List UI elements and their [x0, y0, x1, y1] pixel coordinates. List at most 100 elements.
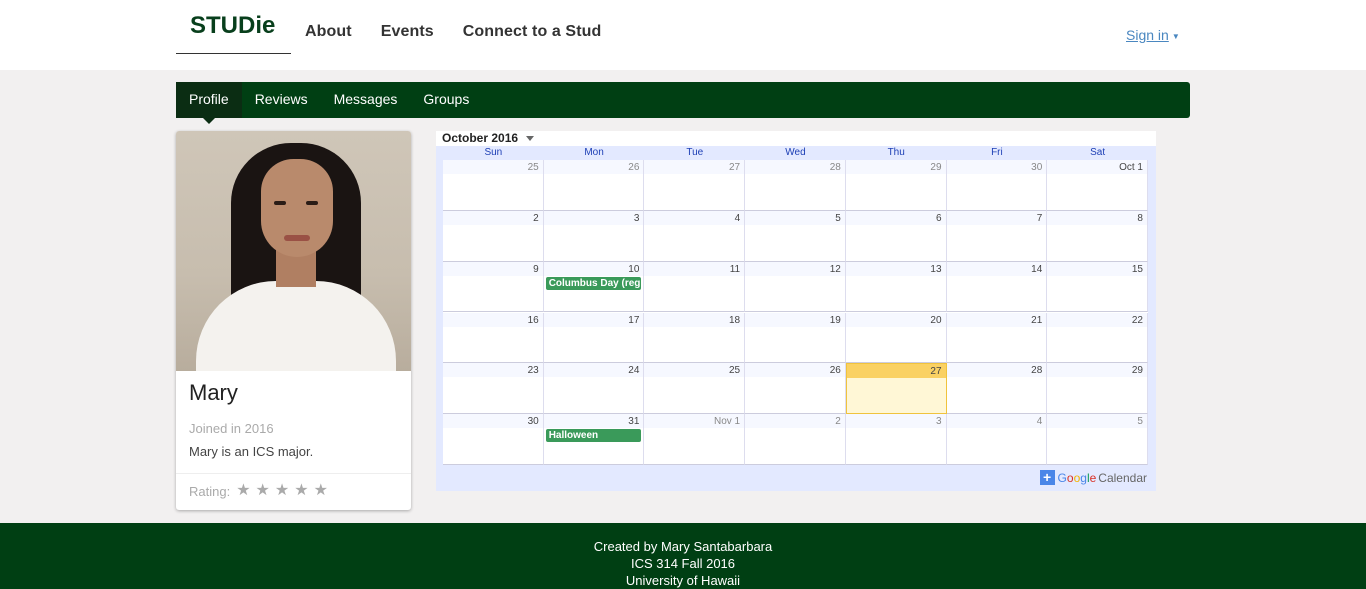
- calendar-event[interactable]: Halloween: [545, 429, 642, 443]
- star-icon[interactable]: ★: [236, 483, 250, 499]
- nav-about[interactable]: About: [305, 23, 352, 41]
- calendar-day-cell[interactable]: 4: [946, 414, 1048, 465]
- day-number: 5: [835, 212, 841, 224]
- nav-events[interactable]: Events: [381, 23, 434, 41]
- profile-joined: Joined in 2016: [189, 421, 274, 436]
- calendar-day-cell[interactable]: 26: [543, 160, 645, 211]
- calendar-day-cell[interactable]: 5: [1047, 414, 1148, 465]
- brand-logo[interactable]: STUDie: [176, 0, 291, 54]
- google-calendar-link[interactable]: + Google Calendar: [1039, 470, 1147, 485]
- calendar-day-cell[interactable]: 25: [443, 160, 544, 211]
- calendar-day-cell[interactable]: 2: [443, 210, 544, 262]
- day-number: 21: [1031, 314, 1043, 326]
- weekday-header: Sat: [1090, 147, 1106, 158]
- calendar-day-cell[interactable]: 8: [1047, 210, 1148, 262]
- day-number: 30: [1031, 162, 1043, 173]
- dropdown-arrow-icon: [526, 136, 535, 142]
- calendar-day-cell[interactable]: 18: [644, 312, 746, 364]
- calendar-day-cell[interactable]: 27: [644, 160, 746, 211]
- tab-reviews[interactable]: Reviews: [242, 82, 321, 118]
- star-icon[interactable]: ★: [294, 483, 308, 499]
- profile-photo: [176, 131, 411, 371]
- signin-dropdown[interactable]: Sign in ▼: [1126, 27, 1180, 43]
- rating-label: Rating:: [189, 483, 231, 499]
- signin-label: Sign in: [1126, 27, 1169, 43]
- day-number: 12: [829, 263, 841, 275]
- weekday-header: Mon: [584, 147, 604, 158]
- calendar-day-cell[interactable]: 3: [845, 414, 947, 465]
- calendar-day-cell[interactable]: 17: [543, 312, 645, 364]
- day-number: Oct 1: [1119, 162, 1143, 173]
- calendar-day-cell[interactable]: 19: [745, 312, 846, 364]
- google-calendar: October 2016 25 26 27 28 29 30 Oct 1 2 3 4 5 6 7 8 9 10…: [436, 131, 1156, 491]
- calendar-day-cell[interactable]: 4: [644, 210, 746, 262]
- calendar-day-cell[interactable]: 5: [745, 210, 846, 262]
- calendar-day-cell[interactable]: 2: [745, 414, 846, 465]
- calendar-day-cell[interactable]: 29: [845, 160, 947, 211]
- top-navbar: STUDie About Events Connect to a Stud Si…: [0, 0, 1366, 70]
- calendar-day-cell[interactable]: 7: [946, 210, 1048, 262]
- main-nav: About Events Connect to a Stud: [305, 23, 601, 41]
- calendar-day-cell[interactable]: 14: [946, 261, 1048, 313]
- day-number: 16: [527, 314, 539, 326]
- weekday-header: Fri: [991, 147, 1003, 158]
- day-number: 8: [1137, 212, 1143, 224]
- calendar-day-cell[interactable]: 16: [443, 312, 544, 364]
- calendar-grid: 25 26 27 28 29 30 Oct 1 2 3 4 5 6 7 8 9 10 Columbus Day …: [443, 160, 1148, 465]
- day-number: 29: [930, 162, 942, 173]
- footer-university: University of Hawaii: [625, 573, 741, 588]
- calendar-day-cell[interactable]: 22: [1047, 312, 1148, 364]
- weekday-header: Tue: [686, 147, 704, 158]
- star-icon[interactable]: ★: [275, 483, 289, 499]
- calendar-day-cell[interactable]: 23: [443, 363, 544, 415]
- day-number: 2: [533, 212, 539, 224]
- calendar-day-cell[interactable]: 3: [543, 210, 645, 262]
- rating: Rating: ★ ★ ★ ★ ★: [189, 483, 328, 499]
- day-number: 7: [1036, 212, 1043, 224]
- calendar-day-cell[interactable]: 20: [845, 312, 947, 364]
- weekday-header: Sun: [484, 147, 503, 158]
- calendar-day-cell[interactable]: Nov 1: [644, 414, 746, 465]
- calendar-day-cell[interactable]: 24: [543, 363, 645, 415]
- day-number: 6: [935, 212, 942, 224]
- calendar-day-cell[interactable]: 21: [946, 312, 1048, 364]
- calendar-day-cell[interactable]: 28: [946, 363, 1048, 415]
- calendar-day-cell[interactable]: 30: [946, 160, 1048, 211]
- day-number: Nov 1: [714, 416, 741, 428]
- calendar-day-cell[interactable]: 25: [644, 363, 746, 415]
- calendar-event[interactable]: Columbus Day (regional holiday): [545, 276, 642, 290]
- day-number: 14: [1031, 263, 1043, 275]
- calendar-day-cell[interactable]: 10Columbus Day (regional holiday): [543, 261, 645, 313]
- day-number: 27: [729, 162, 741, 173]
- calendar-day-cell[interactable]: 12: [745, 261, 846, 313]
- tab-profile[interactable]: Profile: [176, 82, 242, 124]
- nav-connect[interactable]: Connect to a Stud: [463, 23, 602, 41]
- star-icon[interactable]: ★: [314, 483, 328, 499]
- calendar-month-selector[interactable]: October 2016: [442, 131, 535, 145]
- calendar-day-cell[interactable]: 6: [845, 210, 947, 262]
- calendar-day-cell[interactable]: 11: [644, 261, 746, 313]
- tab-messages[interactable]: Messages: [321, 82, 411, 118]
- footer-credit: Created by Mary Santabarbara: [593, 539, 773, 554]
- rating-stars[interactable]: ★ ★ ★ ★ ★: [236, 483, 328, 499]
- caret-down-icon: ▼: [1171, 31, 1180, 41]
- day-number: 22: [1131, 314, 1143, 326]
- day-number: 28: [1031, 365, 1043, 377]
- tab-groups[interactable]: Groups: [410, 82, 482, 118]
- day-number: 3: [935, 416, 942, 428]
- calendar-day-cell[interactable]: 15: [1047, 261, 1148, 313]
- star-icon[interactable]: ★: [256, 483, 270, 499]
- calendar-day-cell[interactable]: 13: [845, 261, 947, 313]
- day-number: 2: [835, 416, 841, 428]
- day-number: 31: [628, 416, 640, 428]
- calendar-day-cell[interactable]: 31 Halloween: [543, 414, 645, 465]
- day-number: 24: [628, 365, 640, 377]
- calendar-day-cell[interactable]: 9: [443, 261, 544, 313]
- calendar-day-cell[interactable]: 29: [1047, 363, 1148, 415]
- footer: Created by Mary Santabarbara ICS 314 Fal…: [0, 523, 1366, 589]
- calendar-day-cell[interactable]: 28: [745, 160, 846, 211]
- calendar-day-cell[interactable]: 27: [845, 363, 947, 415]
- calendar-day-cell[interactable]: 30: [443, 414, 544, 465]
- calendar-day-cell[interactable]: Oct 1: [1047, 160, 1148, 211]
- calendar-day-cell[interactable]: 26: [745, 363, 846, 415]
